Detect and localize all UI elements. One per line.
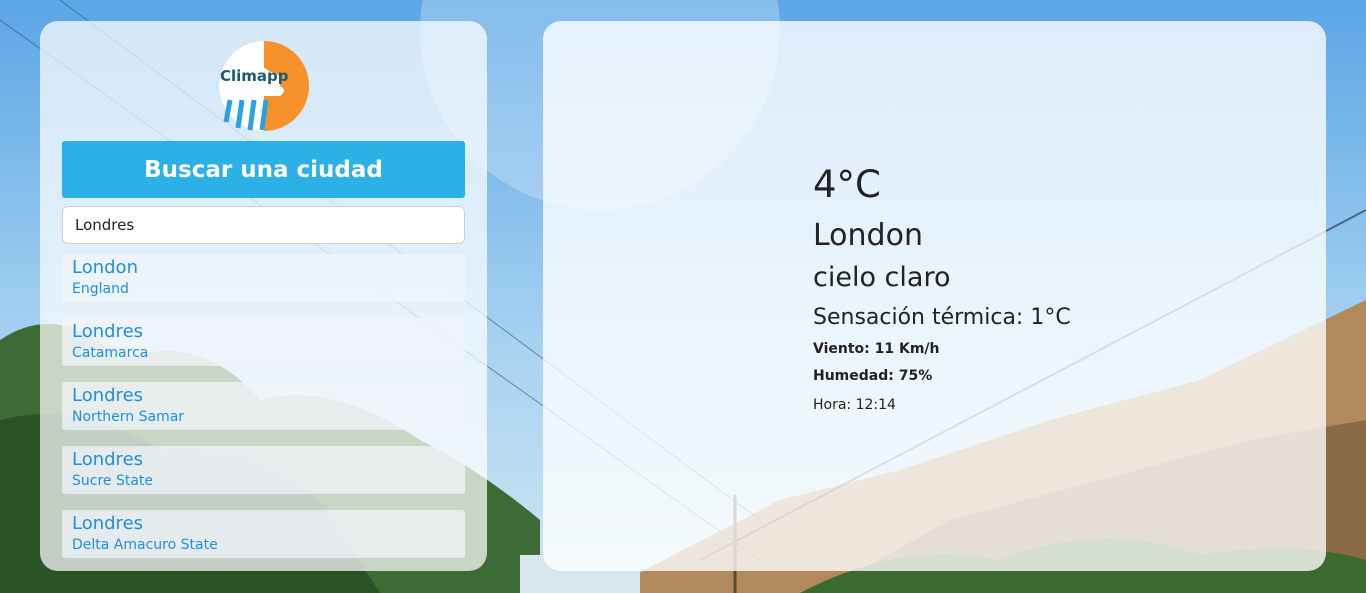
result-city-name: London xyxy=(72,257,138,278)
feels-like: Sensación térmica: 1°C xyxy=(813,305,1071,330)
result-city-name: Londres xyxy=(72,449,144,470)
rain-cloud-logo-icon: Climapp xyxy=(218,40,310,132)
search-input[interactable] xyxy=(62,206,465,244)
search-results-list: London England Londres Catamarca Londres… xyxy=(62,254,465,574)
wind-speed: Viento: 11 Km/h xyxy=(813,341,940,357)
humidity: Humedad: 75% xyxy=(813,368,933,384)
result-item[interactable]: Londres Northern Samar xyxy=(62,382,465,430)
result-region: Northern Samar xyxy=(72,409,185,425)
result-item[interactable]: Londres Sucre State xyxy=(62,446,465,494)
temperature: 4°C xyxy=(813,163,881,206)
result-city-name: Londres xyxy=(72,321,144,342)
logo-text: Climapp xyxy=(220,67,289,85)
result-city-name: Londres xyxy=(72,513,144,534)
local-time: Hora: 12:14 xyxy=(813,397,896,413)
weather-description: cielo claro xyxy=(813,262,951,293)
search-panel: Climapp Buscar una ciudad London England… xyxy=(40,21,487,571)
search-button[interactable]: Buscar una ciudad xyxy=(62,141,465,198)
result-region: England xyxy=(72,281,129,297)
result-region: Delta Amacuro State xyxy=(72,537,218,553)
result-item[interactable]: London England xyxy=(62,254,465,302)
result-region: Catamarca xyxy=(72,345,149,361)
result-item[interactable]: Londres Catamarca xyxy=(62,318,465,366)
result-region: Sucre State xyxy=(72,473,154,489)
weather-details: 4°C London cielo claro Sensación térmica… xyxy=(813,161,1071,420)
result-city-name: Londres xyxy=(72,385,144,406)
weather-panel: 4°C London cielo claro Sensación térmica… xyxy=(543,21,1326,571)
city-name: London xyxy=(813,218,923,253)
result-item[interactable]: Londres Delta Amacuro State xyxy=(62,510,465,558)
